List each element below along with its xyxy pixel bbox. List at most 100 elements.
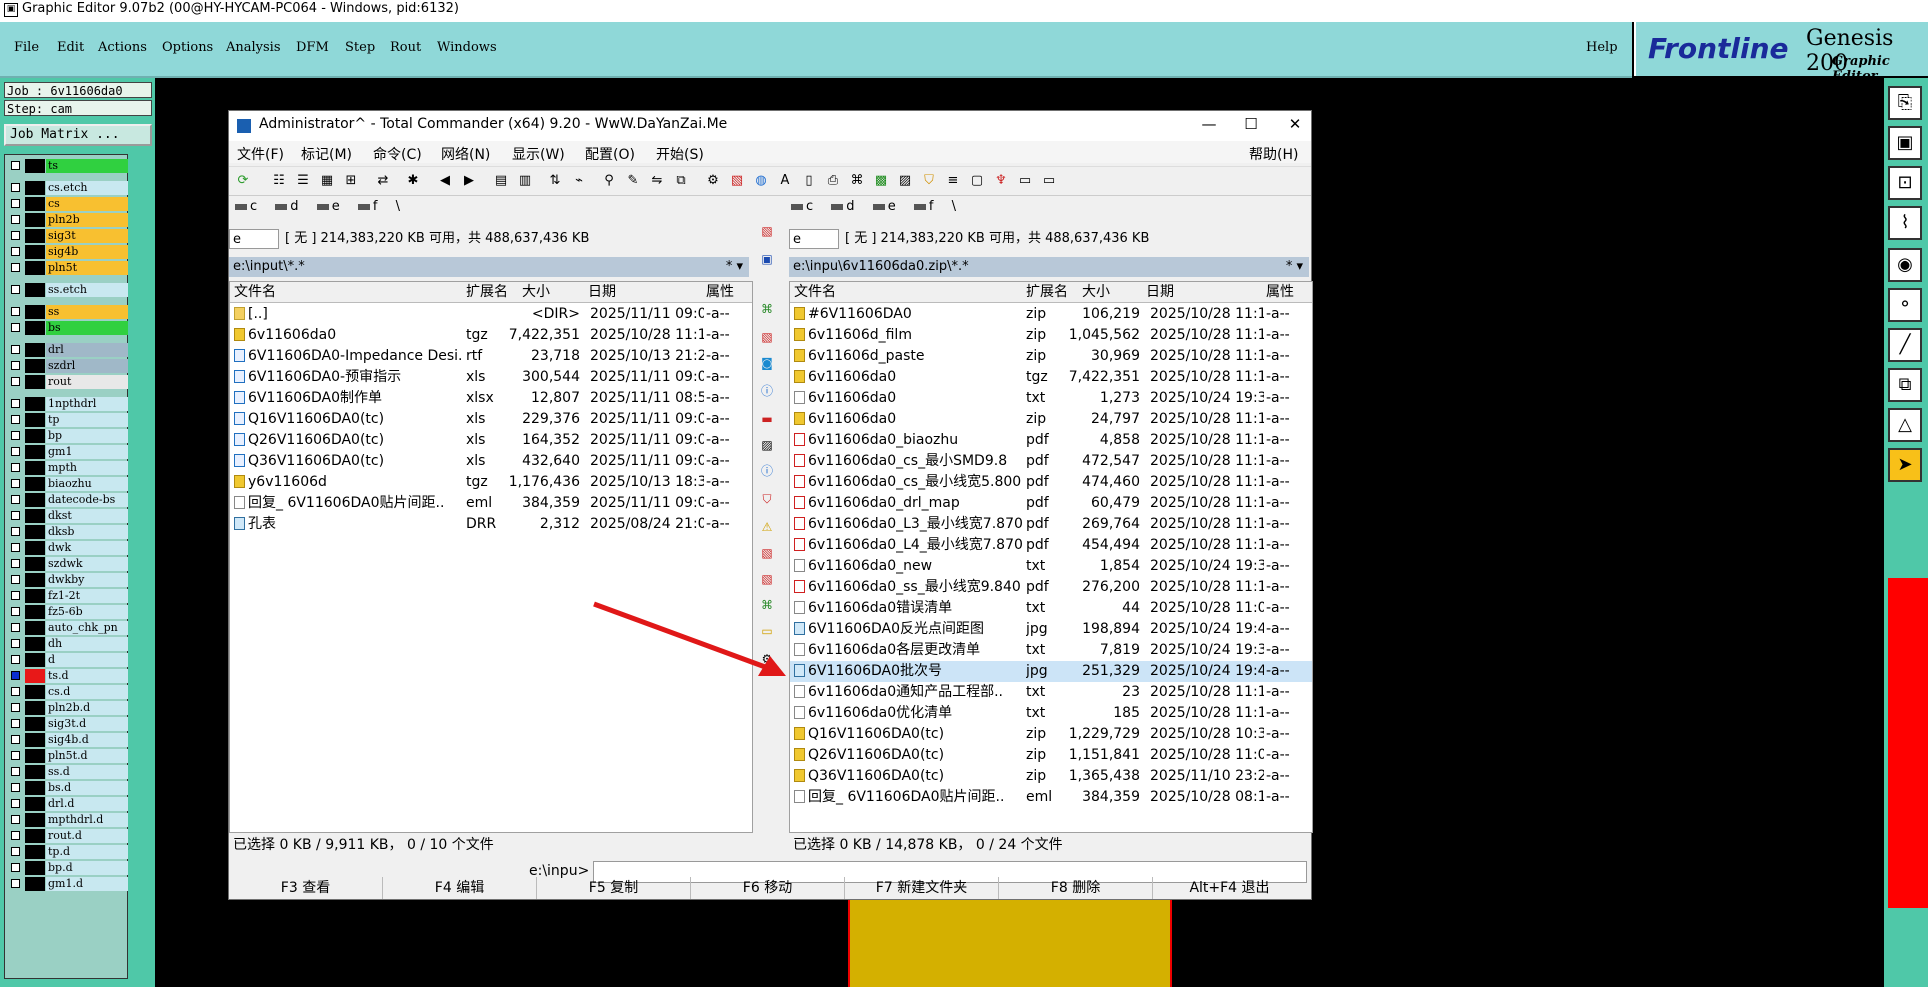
layer-name[interactable]: cs xyxy=(46,197,128,211)
layer-color-swatch[interactable] xyxy=(25,829,45,843)
layer-color-swatch[interactable] xyxy=(25,321,45,335)
drive-c[interactable]: c xyxy=(235,199,257,214)
layer-name[interactable]: rout xyxy=(46,375,128,389)
layer-row[interactable]: pln2b.d xyxy=(7,701,128,715)
layer-checkbox[interactable] xyxy=(11,447,20,456)
layer-name[interactable]: tp.d xyxy=(46,845,128,859)
tc-menu-network[interactable]: 网络(N) xyxy=(441,144,490,164)
altf4-exit-button[interactable]: Alt+F4 退出 xyxy=(1153,877,1306,899)
col-attr[interactable]: 属性 xyxy=(1266,282,1294,302)
layer-checkbox[interactable] xyxy=(11,345,20,354)
menu-file[interactable]: File xyxy=(14,40,39,55)
layer-name[interactable]: szdwk xyxy=(46,557,128,571)
layer-row[interactable]: pln2b xyxy=(7,213,128,227)
tc-menu-help[interactable]: 帮助(H) xyxy=(1249,144,1298,164)
layer-color-swatch[interactable] xyxy=(25,477,45,491)
file-row[interactable]: 6v11606da0_cs_最小SMD9.8 pdf 472,547 2025/10/… xyxy=(790,451,1312,472)
drive-f[interactable]: f xyxy=(913,199,933,214)
minimize-button[interactable]: — xyxy=(1189,115,1229,133)
file-row[interactable]: 6V11606DA0制作单 xlsx 12,807 2025/11/11 08:58-… xyxy=(230,388,752,409)
layer-row[interactable]: d xyxy=(7,653,128,667)
f4-edit-button[interactable]: F4 编辑 xyxy=(383,877,537,899)
search-icon[interactable]: ⚲ xyxy=(601,173,617,189)
measure-icon[interactable]: ⌇ xyxy=(1888,206,1922,240)
file-row[interactable]: 6V11606DA0反光点间距图 jpg 198,894 2025/10/24 19:… xyxy=(790,619,1312,640)
disk-icon[interactable]: ▣ xyxy=(759,251,775,267)
layer-checkbox[interactable] xyxy=(11,479,20,488)
layer-checkbox[interactable] xyxy=(11,323,20,332)
forward-icon[interactable]: ▶ xyxy=(461,173,477,189)
layer-row[interactable]: mpth xyxy=(7,461,128,475)
layer-checkbox[interactable] xyxy=(11,415,20,424)
clipboard-icon[interactable]: ⎘ xyxy=(1888,86,1922,120)
layer-row[interactable]: datecode-bs xyxy=(7,493,128,507)
acrobat-icon[interactable]: ♆ xyxy=(993,173,1009,189)
layer-name[interactable]: fz1-2t xyxy=(46,589,128,603)
triangle-icon[interactable]: △ xyxy=(1888,408,1922,442)
layer-checkbox[interactable] xyxy=(11,847,20,856)
drive-f[interactable]: f xyxy=(357,199,377,214)
layer-color-swatch[interactable] xyxy=(25,197,45,211)
layer-color-swatch[interactable] xyxy=(25,429,45,443)
tc-menu-config[interactable]: 配置(O) xyxy=(585,144,635,164)
info-icon[interactable]: ⓘ xyxy=(759,383,775,399)
layer-name[interactable]: fz5-6b xyxy=(46,605,128,619)
file-row[interactable]: 6V11606DA0-Impedance Desi.. rtf 23,718 2025… xyxy=(230,346,752,367)
layer-name[interactable]: ss.etch xyxy=(46,283,128,297)
layer-name[interactable]: sig3t xyxy=(46,229,128,243)
layer-checkbox[interactable] xyxy=(11,863,20,872)
net-icon[interactable]: ⧉ xyxy=(1888,368,1922,402)
layer-name[interactable]: ss.d xyxy=(46,765,128,779)
drive-e[interactable]: e xyxy=(316,199,340,214)
layer-color-swatch[interactable] xyxy=(25,493,45,507)
pdf-icon[interactable]: ▧ xyxy=(759,329,775,345)
layer-row[interactable]: ss.etch xyxy=(7,283,128,297)
unpack-icon[interactable]: ▥ xyxy=(517,173,533,189)
network-icon[interactable]: ⌘ xyxy=(759,301,775,317)
thumbnail-icon[interactable]: ▦ xyxy=(319,173,335,189)
zoom-fit-icon[interactable]: ⊡ xyxy=(1888,166,1922,200)
layer-color-swatch[interactable] xyxy=(25,375,45,389)
layer-color-swatch[interactable] xyxy=(25,861,45,875)
layer-checkbox[interactable] xyxy=(11,199,20,208)
menu-windows[interactable]: Windows xyxy=(437,40,497,55)
pad-icon[interactable]: ◉ xyxy=(1888,248,1922,282)
layer-row[interactable]: tp.d xyxy=(7,845,128,859)
file-row[interactable]: 6v11606da0 txt 1,273 2025/10/24 19:39 -a-- xyxy=(790,388,1312,409)
layer-color-swatch[interactable] xyxy=(25,229,45,243)
file-icon[interactable]: ▢ xyxy=(969,173,985,189)
layer-name[interactable]: dwkby xyxy=(46,573,128,587)
layer-row[interactable]: bs.d xyxy=(7,781,128,795)
layer-name[interactable]: datecode-bs xyxy=(46,493,128,507)
display-icon[interactable]: ▣ xyxy=(1888,126,1922,160)
f7-new-folder-button[interactable]: F7 新建文件夹 xyxy=(845,877,999,899)
layer-name[interactable]: auto_chk_pn xyxy=(46,621,128,635)
layer-checkbox[interactable] xyxy=(11,815,20,824)
layer-row[interactable]: fz5-6b xyxy=(7,605,128,619)
file-row[interactable]: 6v11606da0 tgz 7,422,351 2025/10/28 11:15 -a… xyxy=(230,325,752,346)
col-ext[interactable]: 扩展名 xyxy=(1026,282,1068,302)
layer-checkbox[interactable] xyxy=(11,831,20,840)
layer-color-swatch[interactable] xyxy=(25,813,45,827)
layer-checkbox[interactable] xyxy=(11,559,20,568)
layer-checkbox[interactable] xyxy=(11,527,20,536)
tc-menu-mark[interactable]: 标记(M) xyxy=(301,144,352,164)
layer-name[interactable]: gm1.d xyxy=(46,877,128,891)
menu-help[interactable]: Help xyxy=(1586,40,1618,55)
layer-checkbox[interactable] xyxy=(11,591,20,600)
layer-checkbox[interactable] xyxy=(11,399,20,408)
drive-d[interactable]: d xyxy=(831,199,855,214)
file-row[interactable]: Q36V11606DA0(tc) xls 432,640 2025/11/11 09:… xyxy=(230,451,752,472)
layer-checkbox[interactable] xyxy=(11,307,20,316)
layer-checkbox[interactable] xyxy=(11,285,20,294)
layer-name[interactable]: mpth xyxy=(46,461,128,475)
excel-icon[interactable]: ▩ xyxy=(873,173,889,189)
layer-name[interactable]: tp xyxy=(46,413,128,427)
layer-name[interactable]: mpthdrl.d xyxy=(46,813,128,827)
layer-name[interactable]: d xyxy=(46,653,128,667)
layer-row[interactable]: cs xyxy=(7,197,128,211)
file-row[interactable]: 6v11606da0 zip 24,797 2025/10/28 11:16 -a-- xyxy=(790,409,1312,430)
layer-checkbox[interactable] xyxy=(11,703,20,712)
col-date[interactable]: 日期 xyxy=(588,282,616,302)
layer-name[interactable]: dksb xyxy=(46,525,128,539)
